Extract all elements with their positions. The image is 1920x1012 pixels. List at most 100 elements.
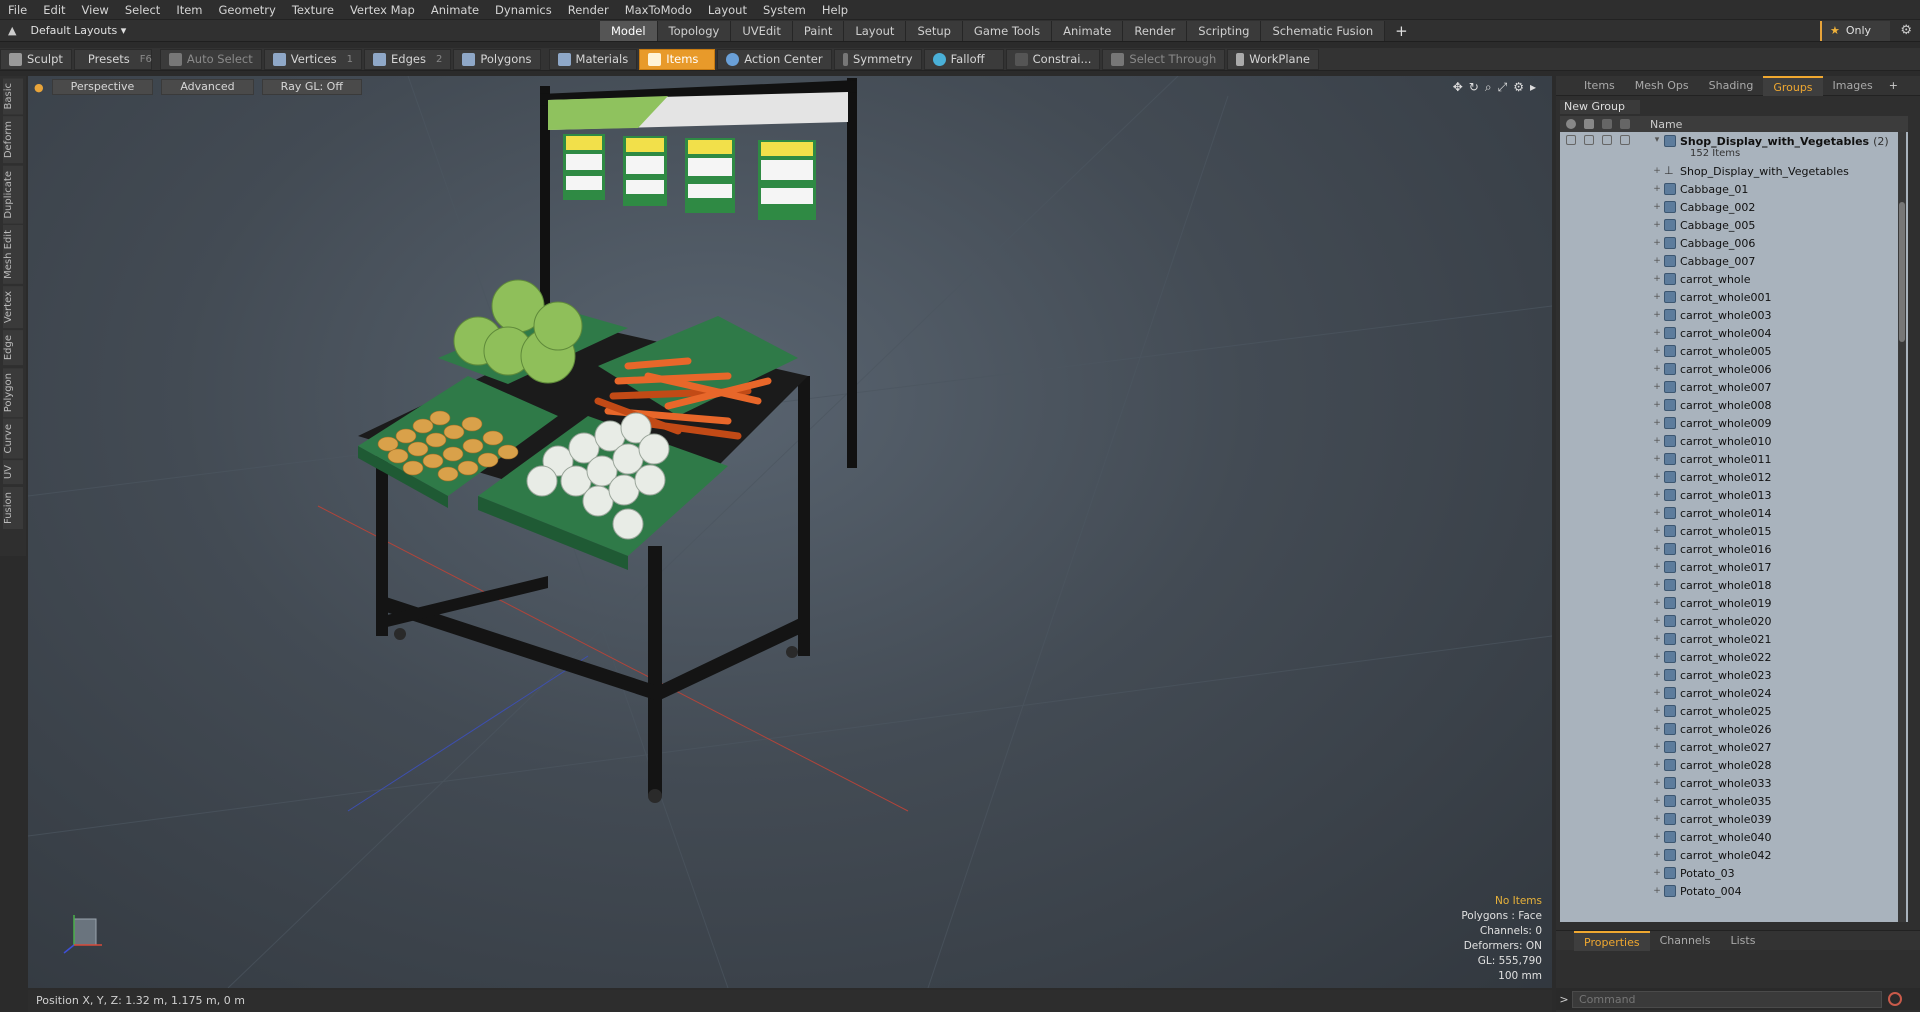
expand-arrow-icon[interactable]: + [1650,670,1664,680]
left-tab-mesh-edit[interactable]: Mesh Edit [3,225,23,285]
expand-arrow-icon[interactable]: + [1650,436,1664,446]
list-item[interactable]: + carrot_whole035 [1560,792,1908,810]
expand-arrow-icon[interactable]: + [1650,490,1664,500]
record-icon[interactable] [1888,992,1902,1006]
command-input[interactable] [1572,990,1882,1008]
expand-arrow-icon[interactable]: + [1650,184,1664,194]
edges-button[interactable]: Edges 2 [364,48,452,70]
expand-arrow-icon[interactable]: + [1650,814,1664,824]
list-item[interactable]: + carrot_whole014 [1560,504,1908,522]
fit-icon[interactable]: ⤢ [1498,80,1508,95]
expand-arrow-icon[interactable]: + [1650,274,1664,284]
expand-arrow-icon[interactable]: + [1650,688,1664,698]
expand-arrow-icon[interactable]: + [1650,562,1664,572]
list-item[interactable]: + carrot_whole011 [1560,450,1908,468]
expand-arrow-icon[interactable]: + [1650,616,1664,626]
menu-item-geometry[interactable]: Geometry [211,0,284,20]
expand-arrow-icon[interactable]: + [1650,526,1664,536]
panel-tab-lists[interactable]: Lists [1721,931,1766,951]
select-through-button[interactable]: Select Through [1102,48,1226,70]
list-item[interactable]: + Cabbage_006 [1560,234,1908,252]
list-item[interactable]: + ⊥ Shop_Display_with_Vegetables [1560,162,1908,180]
list-item[interactable]: + carrot_whole003 [1560,306,1908,324]
expand-arrow-icon[interactable]: + [1650,238,1664,248]
materials-button[interactable]: Materials [548,48,638,70]
list-item[interactable]: + carrot_whole005 [1560,342,1908,360]
expand-arrow-icon[interactable]: + [1650,886,1664,896]
menu-item-texture[interactable]: Texture [284,0,342,20]
menu-item-render[interactable]: Render [560,0,617,20]
expand-arrow-icon[interactable]: ▾ [1650,135,1664,145]
list-item[interactable]: + carrot_whole006 [1560,360,1908,378]
panel-tab-items[interactable]: Items [1574,76,1625,96]
expand-arrow-icon[interactable]: + [1650,400,1664,410]
expand-arrow-icon[interactable]: + [1650,580,1664,590]
list-item[interactable]: + carrot_whole018 [1560,576,1908,594]
expand-arrow-icon[interactable]: + [1650,220,1664,230]
3d-viewport[interactable]: ● Perspective Advanced Ray GL: Off ✥ ↻ ⌕… [28,76,1552,988]
select-icon[interactable] [1620,119,1630,129]
list-item[interactable]: + carrot_whole001 [1560,288,1908,306]
panel-tab-groups[interactable]: Groups [1763,75,1823,96]
list-item[interactable]: + carrot_whole020 [1560,612,1908,630]
left-tab-polygon[interactable]: Polygon [3,367,23,417]
panel-tab-images[interactable]: Images [1823,76,1883,96]
list-scrollbar[interactable] [1898,132,1906,922]
expand-arrow-icon[interactable]: + [1650,796,1664,806]
scrollbar-thumb[interactable] [1899,202,1905,342]
expand-arrow-icon[interactable]: + [1650,850,1664,860]
expand-arrow-icon[interactable]: + [1650,346,1664,356]
expand-arrow-icon[interactable]: + [1650,742,1664,752]
menu-item-maxtomodo[interactable]: MaxToModo [617,0,700,20]
left-tab-duplicate[interactable]: Duplicate [3,165,23,224]
expand-arrow-icon[interactable]: + [1650,472,1664,482]
left-tab-vertex[interactable]: Vertex [3,286,23,329]
list-item[interactable]: + Cabbage_005 [1560,216,1908,234]
advanced-button[interactable]: Advanced [161,79,254,95]
menu-item-item[interactable]: Item [168,0,210,20]
tab-paint[interactable]: Paint [792,20,845,41]
tab-topology[interactable]: Topology [657,20,732,41]
list-item[interactable]: + Potato_03 [1560,864,1908,882]
expand-arrow-icon[interactable]: + [1650,310,1664,320]
viewport-menu-icon[interactable]: ● [34,81,44,94]
panel-tab-channels[interactable]: Channels [1650,931,1721,951]
list-item[interactable]: + carrot_whole022 [1560,648,1908,666]
items-button[interactable]: Items [639,48,716,70]
menu-item-dynamics[interactable]: Dynamics [487,0,560,20]
constraints-button[interactable]: Constrai... [1005,48,1101,70]
tab-uvedit[interactable]: UVEdit [731,20,793,41]
symmetry-button[interactable]: Symmetry [833,48,922,70]
list-item[interactable]: + carrot_whole004 [1560,324,1908,342]
group-visibility[interactable] [1560,135,1650,145]
panel-tab-properties[interactable]: Properties [1574,930,1650,951]
expand-arrow-icon[interactable]: + [1650,706,1664,716]
rotate-icon[interactable]: ↻ [1469,80,1479,95]
presets-button[interactable]: Presets F6 [73,48,152,70]
expand-arrow-icon[interactable]: + [1650,418,1664,428]
list-item[interactable]: + carrot_whole019 [1560,594,1908,612]
left-tab-fusion[interactable]: Fusion [3,486,23,529]
expand-arrow-icon[interactable]: + [1650,292,1664,302]
add-tab-button[interactable]: + [1385,22,1418,40]
tab-render[interactable]: Render [1123,20,1188,41]
list-item[interactable]: + carrot_whole009 [1560,414,1908,432]
list-item[interactable]: + carrot_whole039 [1560,810,1908,828]
expand-arrow-icon[interactable]: + [1650,868,1664,878]
expand-arrow-icon[interactable]: + [1650,382,1664,392]
list-item[interactable]: + carrot_whole008 [1560,396,1908,414]
groups-list[interactable]: ▾ Shop_Display_with_Vegetables (2) 152 I… [1560,132,1908,922]
expand-arrow-icon[interactable]: + [1650,454,1664,464]
tab-scripting[interactable]: Scripting [1187,20,1262,41]
render-icon[interactable] [1584,119,1594,129]
list-item[interactable]: + carrot_whole028 [1560,756,1908,774]
menu-item-edit[interactable]: Edit [35,0,73,20]
expand-arrow-icon[interactable]: + [1650,202,1664,212]
vertices-button[interactable]: Vertices 1 [263,48,363,70]
polygons-button[interactable]: Polygons [453,48,541,70]
menu-item-help[interactable]: Help [814,0,856,20]
pan-icon[interactable]: ✥ [1453,80,1463,95]
action-center-button[interactable]: Action Center [717,48,832,70]
tab-model[interactable]: Model [600,20,658,41]
expand-arrow-icon[interactable]: + [1650,598,1664,608]
